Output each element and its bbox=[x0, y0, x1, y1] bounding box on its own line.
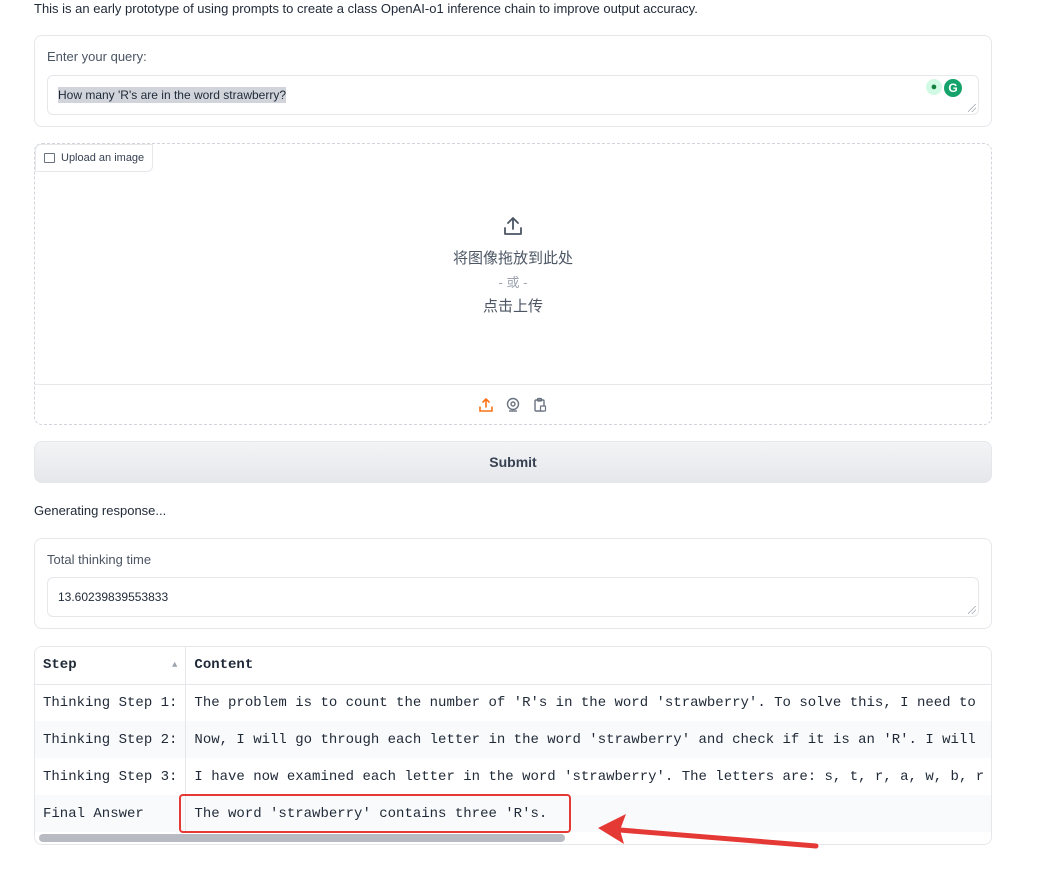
column-header-step[interactable]: Step ▲ bbox=[35, 647, 187, 685]
upload-source-bar bbox=[35, 384, 991, 425]
image-upload-dropzone[interactable]: Upload an image 将图像拖放到此处 - 或 - 点击上传 bbox=[34, 143, 992, 425]
thinking-time-field[interactable]: 13.60239839553833 bbox=[47, 577, 979, 617]
upload-arrow-icon bbox=[504, 217, 522, 235]
table-row: Thinking Step 1: The problem is to count… bbox=[35, 684, 991, 721]
step-cell[interactable]: Final Answer bbox=[35, 795, 187, 832]
drop-text: 将图像拖放到此处 bbox=[452, 250, 573, 267]
thinking-time-value: 13.60239839553833 bbox=[58, 590, 169, 604]
image-icon bbox=[44, 153, 55, 163]
resize-handle-icon[interactable] bbox=[968, 104, 976, 112]
grammarly-icon[interactable]: G bbox=[944, 79, 962, 97]
upload-image-tag: Upload an image bbox=[35, 144, 154, 172]
drop-instructions[interactable]: 将图像拖放到此处 - 或 - 点击上传 bbox=[35, 214, 991, 316]
status-text: Generating response... bbox=[34, 503, 167, 518]
or-text: - 或 - bbox=[498, 275, 528, 290]
column-header-content[interactable]: Content bbox=[185, 647, 991, 685]
upload-icon[interactable] bbox=[478, 397, 495, 414]
final-answer-highlight-box bbox=[179, 794, 571, 833]
resize-handle-icon[interactable] bbox=[968, 606, 976, 614]
thinking-time-panel: Total thinking time 13.60239839553833 bbox=[34, 538, 992, 629]
upload-tag-label: Upload an image bbox=[61, 152, 145, 164]
table-row: Thinking Step 2: Now, I will go through … bbox=[35, 721, 991, 758]
query-label: Enter your query: bbox=[47, 49, 147, 64]
intro-text: This is an early prototype of using prom… bbox=[34, 1, 698, 16]
content-cell[interactable]: I have now examined each letter in the w… bbox=[185, 758, 991, 795]
step-cell[interactable]: Thinking Step 1: bbox=[35, 684, 187, 721]
content-cell[interactable]: The problem is to count the number of 'R… bbox=[185, 684, 991, 721]
step-cell[interactable]: Thinking Step 2: bbox=[35, 721, 187, 758]
grammarly-extension[interactable]: ● G bbox=[926, 79, 962, 97]
click-upload-text: 点击上传 bbox=[482, 298, 543, 315]
step-cell[interactable]: Thinking Step 3: bbox=[35, 758, 187, 795]
query-panel: Enter your query: How many 'R's are in t… bbox=[34, 35, 992, 127]
table-row: Thinking Step 3: I have now examined eac… bbox=[35, 758, 991, 795]
sort-icon[interactable]: ▲ bbox=[172, 660, 177, 670]
table-header-row: Step ▲ Content bbox=[35, 647, 991, 685]
webcam-icon[interactable] bbox=[505, 397, 522, 414]
thinking-time-label: Total thinking time bbox=[47, 552, 152, 567]
query-input[interactable]: How many 'R's are in the word strawberry… bbox=[47, 75, 979, 115]
lightbulb-icon[interactable]: ● bbox=[926, 79, 942, 95]
annotation-arrow-icon bbox=[598, 814, 819, 849]
clipboard-icon[interactable] bbox=[532, 397, 549, 414]
submit-button[interactable]: Submit bbox=[34, 441, 992, 483]
horizontal-scrollbar[interactable] bbox=[39, 834, 565, 842]
content-cell[interactable]: Now, I will go through each letter in th… bbox=[185, 721, 991, 758]
query-text: How many 'R's are in the word strawberry… bbox=[58, 87, 286, 103]
